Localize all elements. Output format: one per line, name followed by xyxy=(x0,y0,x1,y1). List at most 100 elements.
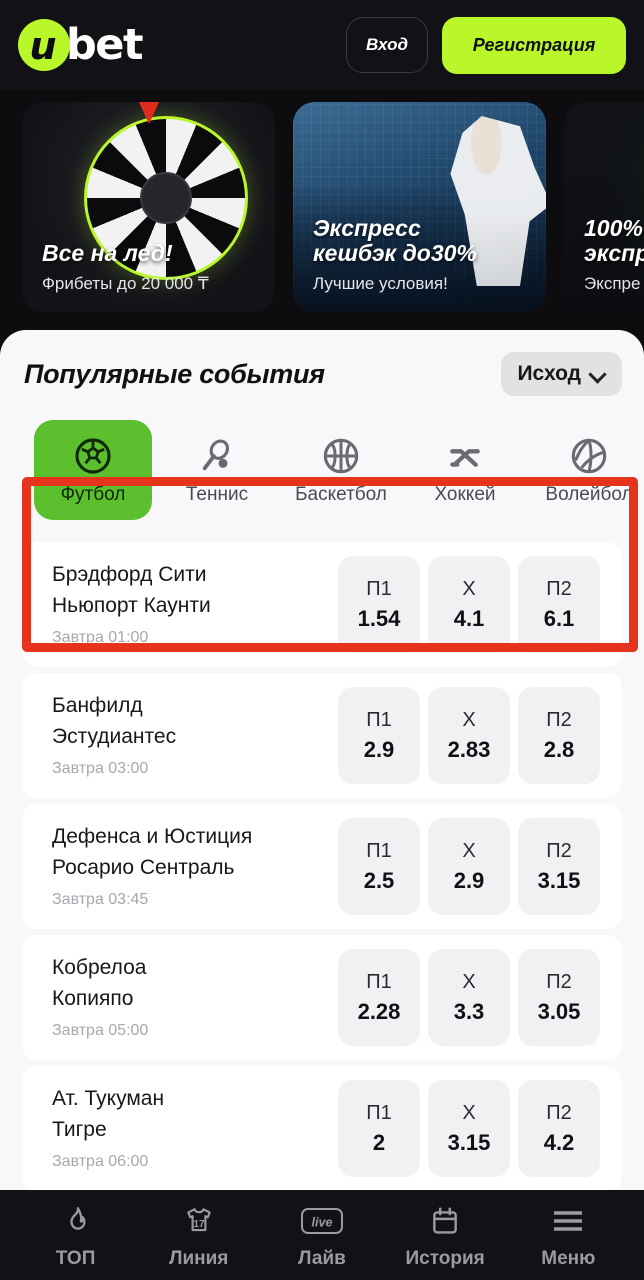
sport-tab-basketball[interactable]: Баскетбол xyxy=(282,420,400,520)
promo-banner-2-title-line1: Экспресс xyxy=(313,214,421,241)
odd-button-1[interactable]: П1 2 xyxy=(338,1080,420,1177)
odd-key: П1 xyxy=(366,1101,392,1124)
odds-group: П1 2.5 X 2.9 П2 3.15 xyxy=(338,818,600,915)
odd-value: 4.1 xyxy=(453,605,485,631)
match-teams: Кобрелоа Копияпо Завтра 05:00 xyxy=(52,955,148,1040)
promo-banner-3-title-line2: экспр xyxy=(584,240,644,267)
odd-button-x[interactable]: X 3.3 xyxy=(428,949,510,1046)
home-team: Дефенса и Юстиция xyxy=(52,825,253,849)
odd-key: X xyxy=(462,577,476,600)
live-icon: live xyxy=(300,1201,344,1241)
match-teams: Дефенса и Юстиция Росарио Сентраль Завтр… xyxy=(52,824,252,909)
promo-banner-3-title-line1: 100% xyxy=(584,214,643,241)
sport-tab-tennis[interactable]: Теннис xyxy=(158,420,276,520)
basketball-icon xyxy=(321,434,361,478)
flame-icon xyxy=(60,1201,92,1241)
odd-value: 3.15 xyxy=(537,867,581,893)
nav-item-history[interactable]: История xyxy=(391,1201,499,1270)
outcome-filter-dropdown[interactable]: Исход xyxy=(501,352,622,396)
nav-item-top[interactable]: ТОП xyxy=(22,1201,130,1270)
odd-button-2[interactable]: П2 3.15 xyxy=(518,818,600,915)
promo-banner-1[interactable]: Все на лед! Фрибеты до 20 000 ₸ xyxy=(22,102,275,312)
odd-button-x[interactable]: X 4.1 xyxy=(428,556,510,653)
odd-key: П2 xyxy=(546,970,572,993)
odd-button-1[interactable]: П1 2.28 xyxy=(338,949,420,1046)
promo-banner-1-text: Все на лед! Фрибеты до 20 000 ₸ xyxy=(42,240,209,294)
odd-button-1[interactable]: П1 2.9 xyxy=(338,687,420,784)
promo-banner-3[interactable]: 100% экспр Экспре xyxy=(564,102,644,312)
match-row[interactable]: Дефенса и Юстиция Росарио Сентраль Завтр… xyxy=(22,804,622,929)
odd-key: X xyxy=(462,708,476,731)
away-team: Эстудиантес xyxy=(52,725,177,748)
logo-wordmark: bet xyxy=(66,20,144,70)
odd-button-2[interactable]: П2 2.8 xyxy=(518,687,600,784)
nav-item-line[interactable]: 17 Линия xyxy=(145,1201,253,1270)
brand-logo[interactable]: u bet xyxy=(18,19,144,71)
odd-value: 4.2 xyxy=(543,1129,575,1155)
odd-button-x[interactable]: X 2.83 xyxy=(428,687,510,784)
odd-button-2[interactable]: П2 4.2 xyxy=(518,1080,600,1177)
match-time: Завтра 03:00 xyxy=(52,759,149,777)
odd-button-x[interactable]: X 3.15 xyxy=(428,1080,510,1177)
nav-item-history-label: История xyxy=(405,1247,485,1269)
app-header: u bet Вход Регистрация xyxy=(0,0,644,90)
promo-banner-1-subtitle: Фрибеты до 20 000 ₸ xyxy=(42,274,209,293)
register-button[interactable]: Регистрация xyxy=(442,16,626,74)
logo-circle-icon: u xyxy=(18,19,70,71)
promo-banner-carousel[interactable]: Все на лед! Фрибеты до 20 000 ₸ Экспресс… xyxy=(0,90,644,330)
odd-button-1[interactable]: П1 2.5 xyxy=(338,818,420,915)
odds-group: П1 2.28 X 3.3 П2 3.05 xyxy=(338,949,600,1046)
tennis-icon xyxy=(197,434,237,478)
odd-key: П1 xyxy=(366,577,392,600)
promo-banner-2-text: Экспресс кешбэк до30% Лучшие условия! xyxy=(313,214,477,295)
promo-banner-2-title-line2: кешбэк до30% xyxy=(313,240,477,267)
odd-key: П1 xyxy=(366,708,392,731)
sport-tab-volleyball-label: Волейбол xyxy=(545,484,633,505)
hamburger-icon xyxy=(551,1201,585,1241)
sport-tab-volleyball[interactable]: Волейбол xyxy=(530,420,644,520)
odd-value: 2.5 xyxy=(363,867,395,893)
sport-tabs[interactable]: Футбол Теннис Баскетбол Хоккей Волейбол xyxy=(0,402,644,542)
wheel-pointer-icon xyxy=(137,102,160,124)
sport-tab-football[interactable]: Футбол xyxy=(34,420,152,520)
promo-banner-2-subtitle: Лучшие условия! xyxy=(313,274,448,293)
nav-item-menu[interactable]: Меню xyxy=(514,1201,622,1270)
sport-tab-football-label: Футбол xyxy=(60,484,126,505)
sport-tab-hockey[interactable]: Хоккей xyxy=(406,420,524,520)
away-team: Ньюпорт Каунти xyxy=(52,594,211,617)
odd-key: П2 xyxy=(546,708,572,731)
match-teams: Ат. Тукуман Тигре Завтра 06:00 xyxy=(52,1086,164,1171)
odd-button-1[interactable]: П1 1.54 xyxy=(338,556,420,653)
match-time: Завтра 01:00 xyxy=(52,628,149,646)
match-row[interactable]: Кобрелоа Копияпо Завтра 05:00 П1 2.28 X … xyxy=(22,935,622,1060)
odd-button-2[interactable]: П2 3.05 xyxy=(518,949,600,1046)
odd-button-x[interactable]: X 2.9 xyxy=(428,818,510,915)
sport-tab-hockey-label: Хоккей xyxy=(434,484,496,505)
logo-mark-letter: u xyxy=(29,24,57,68)
bottom-navigation: ТОП 17 Линия live Лайв История Меню xyxy=(0,1190,644,1280)
nav-item-live-label: Лайв xyxy=(298,1247,346,1269)
away-team: Копияпо xyxy=(52,987,134,1010)
odds-group: П1 2 X 3.15 П2 4.2 xyxy=(338,1080,600,1177)
sport-tabs-region: Футбол Теннис Баскетбол Хоккей Волейбол xyxy=(0,402,644,652)
home-team: Кобрелоа xyxy=(52,956,147,980)
match-row[interactable]: Ат. Тукуман Тигре Завтра 06:00 П1 2 X 3.… xyxy=(22,1066,622,1190)
home-team: Ат. Тукуман xyxy=(52,1087,165,1111)
odds-group: П1 1.54 X 4.1 П2 6.1 xyxy=(338,556,600,653)
odd-key: X xyxy=(462,1101,476,1124)
match-time: Завтра 03:45 xyxy=(52,890,149,908)
calendar-icon xyxy=(429,1201,461,1241)
nav-item-live[interactable]: live Лайв xyxy=(268,1201,376,1270)
away-team: Росарио Сентраль xyxy=(52,856,235,879)
promo-banner-2[interactable]: Экспресс кешбэк до30% Лучшие условия! xyxy=(293,102,546,312)
odd-value: 3.05 xyxy=(537,998,581,1024)
volleyball-icon xyxy=(569,434,609,478)
home-team: Банфилд xyxy=(52,694,143,718)
match-row[interactable]: Брэдфорд Сити Ньюпорт Каунти Завтра 01:0… xyxy=(22,542,622,667)
match-row[interactable]: Банфилд Эстудиантес Завтра 03:00 П1 2.9 … xyxy=(22,673,622,798)
odd-value: 2.8 xyxy=(543,736,575,762)
odd-button-2[interactable]: П2 6.1 xyxy=(518,556,600,653)
promo-banner-3-subtitle: Экспре xyxy=(584,274,641,293)
promo-banner-1-title: Все на лед! xyxy=(42,240,173,267)
login-button[interactable]: Вход xyxy=(346,17,428,73)
